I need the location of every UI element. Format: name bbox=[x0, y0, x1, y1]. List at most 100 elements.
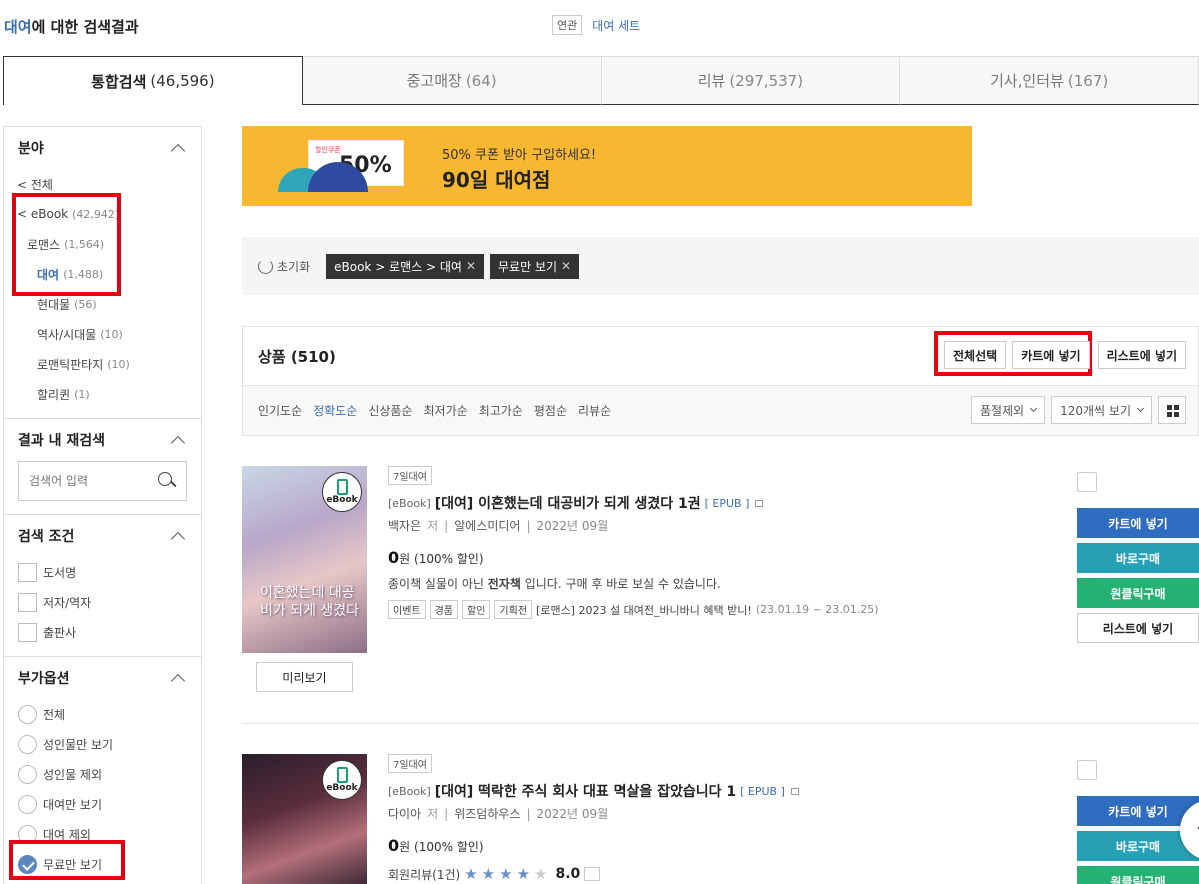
chevron-down-icon[interactable] bbox=[584, 867, 601, 881]
item-checkbox[interactable] bbox=[1077, 760, 1097, 780]
soldout-select[interactable]: 품절제외 bbox=[970, 396, 1046, 424]
option-exclude-rent[interactable]: 대여 제외 bbox=[4, 819, 201, 849]
one-click-buy-button[interactable]: 원클릭구매 bbox=[1077, 578, 1199, 608]
add-list-button[interactable]: 리스트에 넣기 bbox=[1097, 341, 1186, 369]
category-item[interactable]: 로맨틱판타지 (10) bbox=[17, 349, 201, 379]
option-exclude-adult[interactable]: 성인물 제외 bbox=[4, 759, 201, 789]
per-page-select[interactable]: 120개씩 보기 bbox=[1051, 396, 1152, 424]
review-count[interactable]: 회원리뷰(1건) bbox=[388, 866, 460, 883]
result-tabs: 통합검색 (46,596) 중고매장 (64) 리뷰 (297,537) 기사,인터뷰… bbox=[3, 56, 1199, 105]
category-item[interactable]: 현대물 (56) bbox=[17, 289, 201, 319]
refresh-icon bbox=[258, 258, 273, 274]
book-cover[interactable]: eBook bbox=[242, 754, 367, 884]
sort-newest[interactable]: 신상품순 bbox=[368, 402, 412, 419]
chevron-down-icon bbox=[1136, 404, 1145, 413]
author[interactable]: 백자은 bbox=[388, 517, 421, 534]
grid-view-icon[interactable] bbox=[1158, 396, 1186, 424]
research-input[interactable] bbox=[29, 474, 149, 488]
cart-button[interactable]: 카트에 넣기 bbox=[1077, 508, 1199, 538]
new-window-icon[interactable] bbox=[790, 787, 799, 795]
reset-button[interactable]: 초기화 bbox=[258, 258, 310, 275]
chevron-up-icon[interactable] bbox=[170, 435, 186, 451]
chevron-up-icon[interactable] bbox=[170, 531, 186, 547]
checkbox[interactable] bbox=[18, 622, 37, 642]
view-controls: 품절제외 120개씩 보기 bbox=[970, 396, 1186, 424]
promo-banner[interactable]: 할인쿠폰 50% 50% 쿠폰 받아 구입하세요! 90일 대여점 bbox=[242, 126, 972, 206]
event-link[interactable]: [로맨스] 2023 설 대여전_바니바니 혜택 받니! bbox=[536, 602, 752, 618]
check-icon[interactable] bbox=[18, 854, 37, 874]
option-free-only[interactable]: 무료만 보기 bbox=[4, 849, 201, 879]
radio[interactable] bbox=[18, 764, 37, 784]
select-all-button[interactable]: 전체선택 bbox=[944, 341, 1007, 369]
options-section: 부가옵션 전체 성인물만 보기 성인물 제외 대여만 보기 대여 제외 무료만 … bbox=[4, 657, 201, 884]
new-window-icon[interactable] bbox=[755, 499, 764, 507]
category-item[interactable]: 로맨스 (1,564) bbox=[17, 229, 201, 259]
radio[interactable] bbox=[18, 734, 37, 754]
sort-accuracy[interactable]: 정확도순 bbox=[313, 402, 357, 419]
close-icon[interactable]: ✕ bbox=[561, 259, 571, 273]
tab-article[interactable]: 기사,인터뷰 (167) bbox=[900, 56, 1199, 105]
category-item[interactable]: < 전체 bbox=[17, 169, 201, 199]
option-all[interactable]: 전체 bbox=[4, 699, 201, 729]
close-icon[interactable]: ✕ bbox=[466, 259, 476, 273]
add-cart-button[interactable]: 카트에 넣기 bbox=[1012, 341, 1090, 369]
category-count: (1,488) bbox=[63, 267, 104, 281]
research-header[interactable]: 결과 내 재검색 bbox=[4, 419, 201, 461]
item-checkbox[interactable] bbox=[1077, 472, 1097, 492]
preview-button[interactable]: 미리보기 bbox=[256, 662, 353, 692]
checkbox[interactable] bbox=[18, 562, 37, 582]
conditions-header[interactable]: 검색 조건 bbox=[4, 515, 201, 557]
tab-used[interactable]: 중고매장 (64) bbox=[302, 56, 602, 105]
related-link[interactable]: 대여 세트 bbox=[592, 17, 640, 34]
product-title[interactable]: [대여] 떡락한 주식 회사 대표 멱살을 잡았습니다 1 bbox=[435, 781, 736, 801]
product-title[interactable]: [대여] 이혼했는데 대공비가 되게 생겼다 1권 bbox=[435, 493, 701, 513]
tab-label: 리뷰 bbox=[697, 72, 726, 90]
radio[interactable] bbox=[18, 794, 37, 814]
condition-title[interactable]: 도서명 bbox=[4, 557, 201, 587]
publisher[interactable]: 알에스미디어 bbox=[454, 517, 520, 534]
condition-publisher[interactable]: 출판사 bbox=[4, 617, 201, 647]
sort-reviews[interactable]: 리뷰순 bbox=[578, 402, 611, 419]
buy-now-button[interactable]: 바로구매 bbox=[1077, 543, 1199, 573]
sort-popular[interactable]: 인기도순 bbox=[258, 402, 302, 419]
option-adult-only[interactable]: 성인물만 보기 bbox=[4, 729, 201, 759]
chevron-up-icon[interactable] bbox=[170, 143, 186, 159]
category-item-selected[interactable]: 대여 (1,488) bbox=[17, 259, 201, 289]
publisher[interactable]: 위즈덤하우스 bbox=[454, 805, 520, 822]
condition-author[interactable]: 저자/역자 bbox=[4, 587, 201, 617]
checkbox-label: 출판사 bbox=[43, 625, 77, 640]
category-item[interactable]: < eBook (42,942) bbox=[17, 199, 201, 229]
chevron-up-icon[interactable] bbox=[170, 673, 186, 689]
radio[interactable] bbox=[18, 824, 37, 844]
search-icon[interactable] bbox=[158, 472, 176, 490]
book-cover[interactable]: 이혼했는데 대공비가 되게 생겼다 eBook bbox=[242, 466, 367, 653]
options-header[interactable]: 부가옵션 bbox=[4, 657, 201, 699]
tab-all[interactable]: 통합검색 (46,596) bbox=[3, 56, 303, 105]
sort-rating[interactable]: 평점순 bbox=[534, 402, 567, 419]
add-to-list-button[interactable]: 리스트에 넣기 bbox=[1077, 613, 1199, 643]
desc-bold: 전자책 bbox=[487, 577, 521, 591]
one-click-buy-button[interactable]: 원클릭구매 bbox=[1077, 866, 1199, 884]
ebook-badge: eBook bbox=[322, 760, 362, 800]
phone-icon bbox=[336, 767, 348, 783]
checkbox[interactable] bbox=[18, 592, 37, 612]
event-date: (23.01.19 ~ 23.01.25) bbox=[755, 603, 879, 616]
category-item[interactable]: 할리퀸 (1) bbox=[17, 379, 201, 409]
cover-title: 이혼했는데 대공비가 되게 생겼다 bbox=[260, 585, 360, 619]
event-tag: 기획전 bbox=[494, 600, 533, 619]
radio[interactable] bbox=[18, 704, 37, 724]
select-label: 품절제외 bbox=[979, 403, 1025, 418]
author[interactable]: 다이아 bbox=[388, 805, 421, 822]
section-title: 결과 내 재검색 bbox=[18, 433, 106, 449]
filter-chip[interactable]: 무료만 보기 ✕ bbox=[490, 253, 580, 279]
coupon-illustration: 할인쿠폰 50% bbox=[278, 140, 406, 192]
sort-highest-price[interactable]: 최고가순 bbox=[479, 402, 523, 419]
option-rent-only[interactable]: 대여만 보기 bbox=[4, 789, 201, 819]
sort-lowest-price[interactable]: 최저가순 bbox=[424, 402, 468, 419]
category-item[interactable]: 역사/시대물 (10) bbox=[17, 319, 201, 349]
filter-chip[interactable]: eBook > 로맨스 > 대여 ✕ bbox=[326, 253, 485, 279]
banner-subtitle: 50% 쿠폰 받아 구입하세요! bbox=[442, 148, 597, 163]
category-header[interactable]: 분야 bbox=[4, 127, 201, 169]
checkbox-label: 저자/역자 bbox=[43, 595, 92, 610]
tab-review[interactable]: 리뷰 (297,537) bbox=[601, 56, 901, 105]
